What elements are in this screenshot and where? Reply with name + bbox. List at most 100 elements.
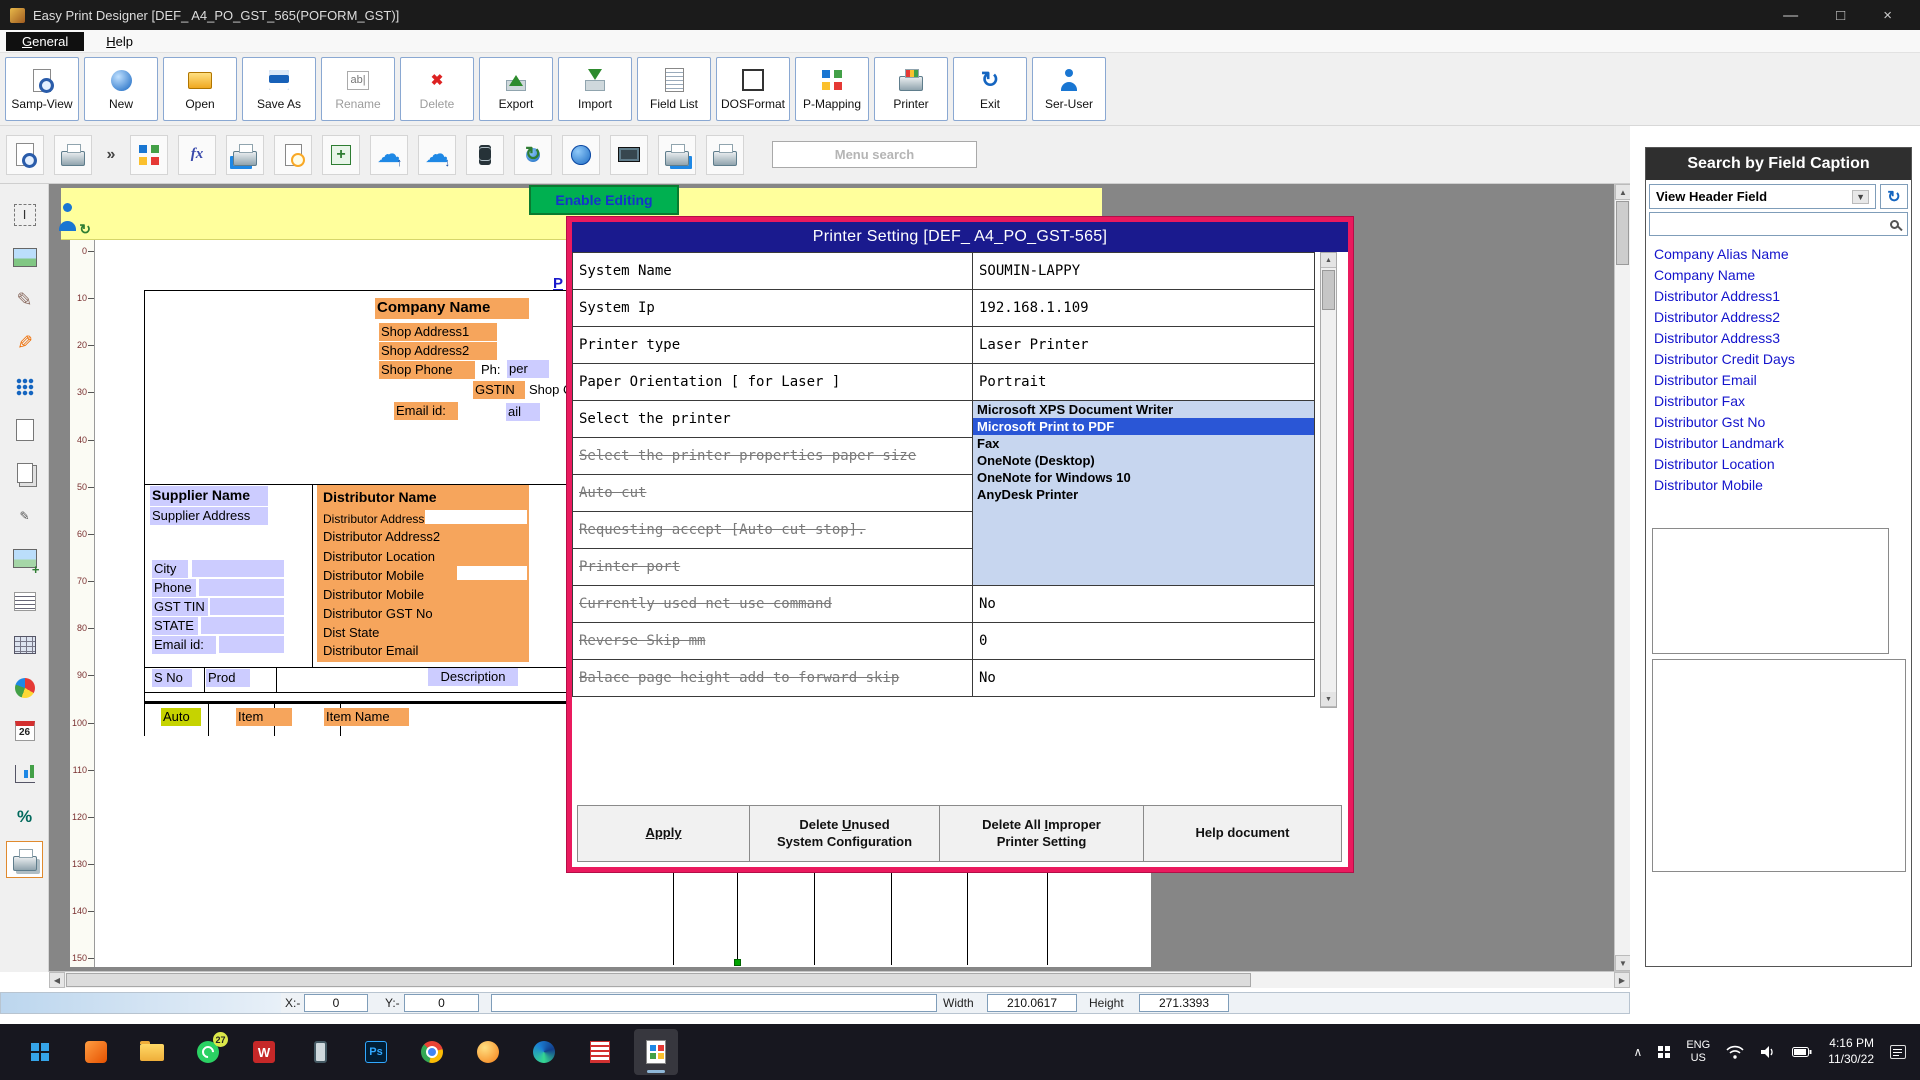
design-field-label[interactable]: ail	[506, 403, 540, 421]
table-tool[interactable]	[6, 626, 43, 663]
pdf-tool-icon[interactable]	[578, 1029, 622, 1075]
horizontal-scroll-thumb[interactable]	[66, 973, 1251, 987]
browser-ball-icon[interactable]	[466, 1029, 510, 1075]
design-field-label[interactable]: GST TIN	[152, 598, 208, 616]
dots-grid-tool[interactable]	[6, 368, 43, 405]
design-field-label[interactable]: Dist State	[321, 624, 381, 642]
volume-icon[interactable]	[1760, 1045, 1776, 1059]
pencil-tool[interactable]: ✎	[6, 282, 43, 319]
scroll-down-icon[interactable]: ▼	[1615, 955, 1630, 971]
print-preview-icon[interactable]	[6, 135, 44, 175]
setting-value[interactable]: 192.168.1.109	[973, 290, 1315, 327]
apply-button[interactable]: Apply	[577, 805, 750, 862]
globe-icon[interactable]	[562, 135, 600, 175]
whatsapp-icon[interactable]: 27	[186, 1029, 230, 1075]
setting-value[interactable]: SOUMIN-LAPPY	[973, 253, 1315, 290]
numbered-list-tool[interactable]	[6, 583, 43, 620]
percent-tool[interactable]: %	[6, 798, 43, 835]
text-select-tool[interactable]: I	[6, 196, 43, 233]
design-field-box[interactable]	[192, 560, 284, 577]
cloud-download-icon[interactable]: ☁	[418, 135, 456, 175]
canvas-vertical-scrollbar[interactable]: ▲ ▼	[1614, 184, 1630, 971]
printer-button[interactable]: Printer	[874, 57, 948, 121]
design-field-label[interactable]: Supplier Address	[150, 507, 268, 525]
design-field-box[interactable]	[201, 617, 284, 634]
dialog-scroll-thumb[interactable]	[1322, 270, 1335, 310]
delete-all-improper-printer-setting-button[interactable]: Delete All ImproperPrinter Setting	[939, 805, 1144, 862]
exit-button[interactable]: ↻Exit	[953, 57, 1027, 121]
menu-search-input[interactable]	[772, 141, 977, 168]
design-field-box[interactable]	[210, 598, 284, 615]
design-field-label[interactable]: Shop Address2	[379, 342, 497, 360]
easy-print-designer-taskbar-icon[interactable]	[634, 1029, 678, 1075]
close-button[interactable]: ×	[1883, 7, 1892, 24]
field-caption-item[interactable]: Distributor Mobile	[1648, 475, 1909, 496]
design-field-label[interactable]: Distributor Location	[321, 548, 437, 566]
help-document-button[interactable]: Help document	[1143, 805, 1342, 862]
memory-chip-icon[interactable]	[610, 135, 648, 175]
image-frame-tool[interactable]	[6, 239, 43, 276]
save-as-button[interactable]: Save As	[242, 57, 316, 121]
setting-value[interactable]: Laser Printer	[973, 327, 1315, 364]
design-field-label[interactable]: S No	[152, 669, 192, 687]
design-field-label[interactable]: per	[507, 360, 549, 378]
design-field-label[interactable]: Distributor Name	[321, 488, 439, 508]
field-caption-item[interactable]: Distributor Landmark	[1648, 433, 1909, 454]
language-indicator[interactable]: ENG US	[1686, 1039, 1710, 1065]
design-field-label[interactable]: Email id:	[152, 636, 216, 654]
printer-option[interactable]: AnyDesk Printer	[973, 486, 1314, 503]
enable-editing-button[interactable]: Enable Editing	[529, 185, 679, 215]
field-caption-item[interactable]: Distributor Email	[1648, 370, 1909, 391]
design-field-label[interactable]: STATE	[152, 617, 198, 635]
print-layers-tool[interactable]	[6, 841, 43, 878]
design-field-label[interactable]: Phone	[152, 579, 196, 597]
photoshop-icon[interactable]: Ps	[354, 1029, 398, 1075]
scroll-left-icon[interactable]: ◀	[49, 972, 65, 988]
design-field-label[interactable]: Auto	[161, 708, 201, 726]
dialog-scrollbar[interactable]: ▲ ▼	[1320, 252, 1337, 708]
wifi-icon[interactable]	[1726, 1045, 1744, 1059]
tree-add-icon[interactable]: +	[322, 135, 360, 175]
printer-option[interactable]: OneNote for Windows 10	[973, 469, 1314, 486]
design-field-label[interactable]: Item Name	[324, 708, 409, 726]
field-caption-item[interactable]: Distributor Fax	[1648, 391, 1909, 412]
image-insert-tool[interactable]	[6, 540, 43, 577]
design-field-label[interactable]: Distributor GST No	[321, 605, 435, 623]
tray-overflow-chevron-icon[interactable]: ∧	[1634, 1045, 1643, 1059]
field-caption-item[interactable]: Distributor Address2	[1648, 307, 1909, 328]
edge-icon[interactable]	[522, 1029, 566, 1075]
setting-value[interactable]: 0	[973, 623, 1315, 660]
field-caption-item[interactable]: Distributor Credit Days	[1648, 349, 1909, 370]
design-field-label[interactable]: Prod	[206, 669, 250, 687]
bar-chart-tool[interactable]	[6, 755, 43, 792]
field-caption-item[interactable]: Distributor Location	[1648, 454, 1909, 475]
network-printer-icon[interactable]	[226, 135, 264, 175]
widgets-grid-icon[interactable]	[1658, 1046, 1670, 1058]
design-field-label[interactable]: Shop Address1	[379, 323, 497, 341]
design-field-label[interactable]: P	[551, 274, 565, 295]
scroll-right-icon[interactable]: ▶	[1614, 972, 1630, 988]
battery-icon[interactable]	[1792, 1046, 1812, 1058]
dos-format-button[interactable]: DOSFormat	[716, 57, 790, 121]
wps-office-icon[interactable]: W	[242, 1029, 286, 1075]
calendar-tool[interactable]: 26	[6, 712, 43, 749]
design-field-label[interactable]: City	[152, 560, 188, 578]
formula-icon[interactable]: fx	[178, 135, 216, 175]
design-field-label[interactable]: Distributor Address1	[321, 511, 433, 528]
printer-option[interactable]: Microsoft Print to PDF	[973, 418, 1314, 435]
design-field-label[interactable]: Ph:	[479, 361, 503, 379]
chrome-icon[interactable]	[410, 1029, 454, 1075]
setting-value[interactable]: No	[973, 660, 1315, 697]
selection-handle[interactable]	[734, 959, 741, 966]
field-caption-item[interactable]: Company Alias Name	[1648, 244, 1909, 265]
export-button[interactable]: Export	[479, 57, 553, 121]
minimize-button[interactable]: —	[1783, 7, 1798, 24]
dialog-scroll-down-icon[interactable]: ▼	[1321, 692, 1336, 707]
refresh-icon[interactable]: ↻	[1880, 184, 1908, 209]
pie-chart-tool[interactable]	[6, 669, 43, 706]
new-button[interactable]: New	[84, 57, 158, 121]
menu-item-help[interactable]: Help	[90, 32, 149, 51]
canvas-horizontal-scrollbar[interactable]: ◀ ▶	[49, 971, 1630, 988]
field-caption-item[interactable]: Distributor Address3	[1648, 328, 1909, 349]
design-field-label[interactable]: Item	[236, 708, 292, 726]
